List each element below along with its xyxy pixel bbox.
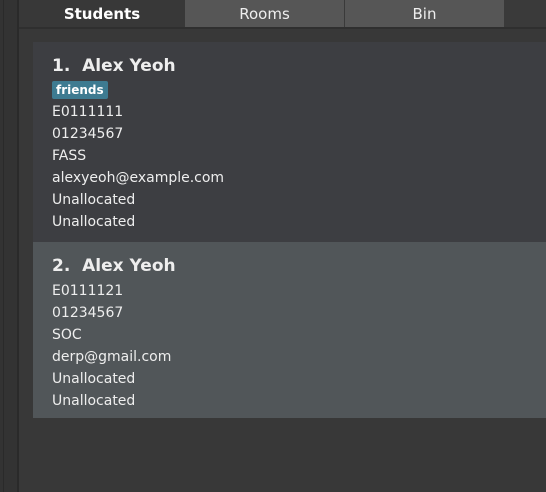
tag-badge: friends [52, 81, 108, 99]
student-allocation: Unallocated [52, 214, 136, 230]
student-name: 2. Alex Yeoh [52, 256, 176, 276]
student-email: alexyeoh@example.com [52, 170, 225, 186]
tab-bar: Students Rooms Bin [19, 0, 546, 29]
student-card-selected[interactable]: 2. Alex Yeoh E0111121 01234567 SOC derp@… [33, 242, 546, 418]
student-name: 1. Alex Yeoh [52, 56, 176, 76]
student-id: E0111121 [52, 283, 124, 299]
student-room: Unallocated [52, 192, 136, 208]
student-faculty: SOC [52, 327, 82, 343]
student-allocation: Unallocated [52, 393, 136, 409]
student-room: Unallocated [52, 371, 136, 387]
student-phone: 01234567 [52, 126, 124, 142]
student-id: E0111111 [52, 104, 124, 120]
tab-rooms[interactable]: Rooms [185, 0, 345, 27]
student-card[interactable]: 1. Alex Yeoh friends E0111111 01234567 F… [33, 42, 546, 242]
student-faculty: FASS [52, 148, 87, 164]
tab-bin[interactable]: Bin [345, 0, 505, 27]
student-email: derp@gmail.com [52, 349, 172, 365]
tab-students[interactable]: Students [19, 0, 185, 27]
student-phone: 01234567 [52, 305, 124, 321]
left-panel-edge [0, 0, 19, 492]
